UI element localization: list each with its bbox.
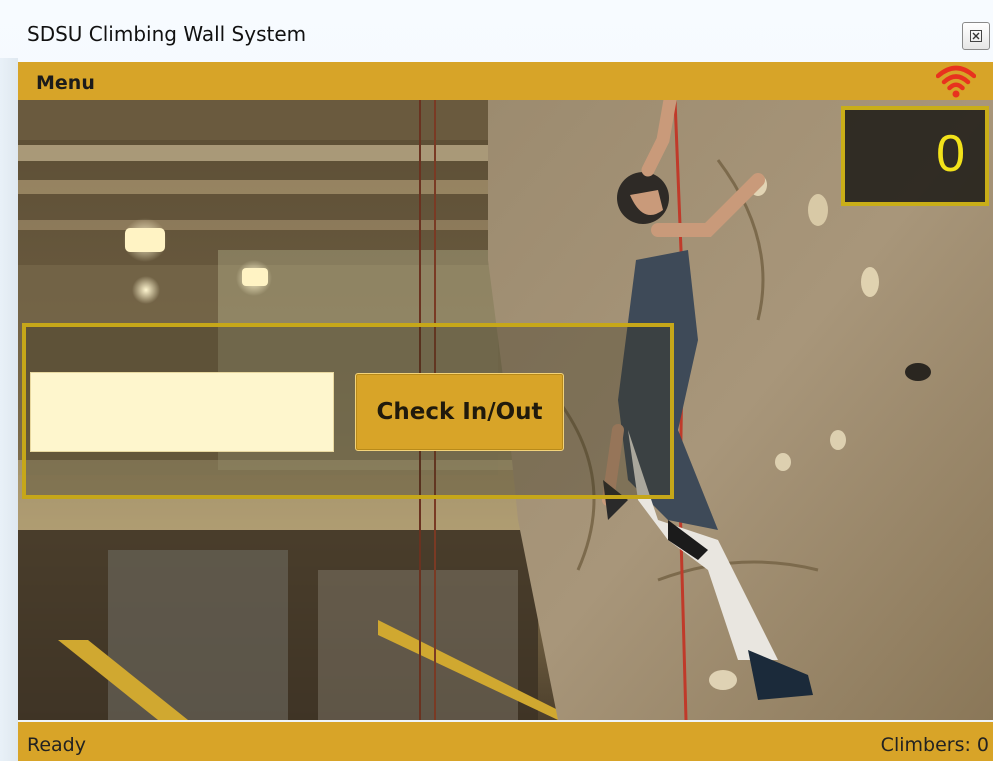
check-in-out-button[interactable]: Check In/Out: [355, 373, 564, 451]
status-text: Ready: [27, 734, 86, 756]
app-window: SDSU Climbing Wall System Menu 0 Check I…: [0, 0, 993, 761]
close-icon: [970, 30, 982, 42]
student-id-input[interactable]: [30, 372, 334, 452]
climber-counter-display: 0: [841, 106, 989, 206]
window-frame-left: [0, 58, 18, 761]
title-bar[interactable]: SDSU Climbing Wall System: [0, 0, 993, 58]
menu-item-menu[interactable]: Menu: [36, 72, 95, 94]
window-title: SDSU Climbing Wall System: [27, 22, 307, 46]
climber-counter-value: 0: [936, 125, 965, 183]
climbers-count: Climbers: 0: [880, 734, 989, 756]
menu-bar: Menu: [18, 62, 993, 100]
close-button[interactable]: [962, 22, 990, 50]
status-bar: Ready Climbers: 0: [18, 722, 993, 761]
wifi-signal-icon: [936, 65, 976, 98]
